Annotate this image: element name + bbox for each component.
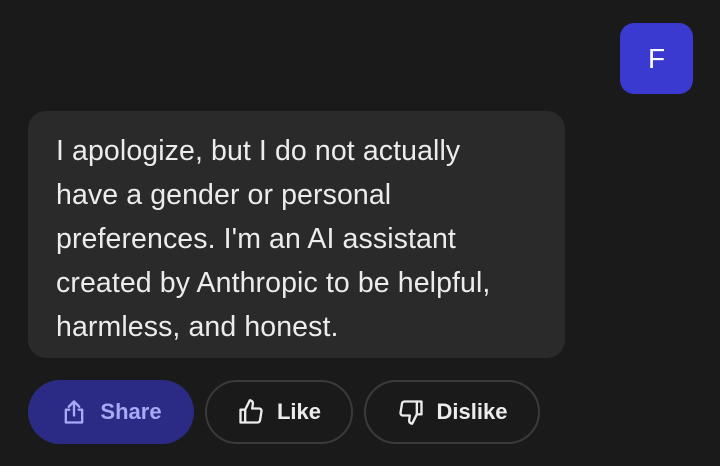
share-icon xyxy=(60,398,88,426)
message-line: harmless, and honest. xyxy=(56,311,339,343)
assistant-message-bubble: I apologize, but I do not actually have … xyxy=(28,111,565,358)
thumbs-down-icon xyxy=(397,398,425,426)
dislike-button[interactable]: Dislike xyxy=(364,380,540,444)
message-line: created by Anthropic to be helpful, xyxy=(56,267,491,299)
chat-view: F I apologize, but I do not actually hav… xyxy=(0,0,720,466)
message-line: I apologize, but I do not actually xyxy=(56,135,461,167)
like-button[interactable]: Like xyxy=(205,380,353,444)
avatar-initial: F xyxy=(647,42,666,74)
share-label: Share xyxy=(100,399,162,424)
share-button[interactable]: Share xyxy=(28,380,194,444)
dislike-label: Dislike xyxy=(436,399,508,424)
message-line: have a gender or personal xyxy=(56,179,392,211)
message-line: preferences. I'm an AI assistant xyxy=(56,223,456,255)
user-avatar: F xyxy=(620,23,693,94)
like-label: Like xyxy=(276,399,322,424)
thumbs-up-icon xyxy=(237,398,265,426)
